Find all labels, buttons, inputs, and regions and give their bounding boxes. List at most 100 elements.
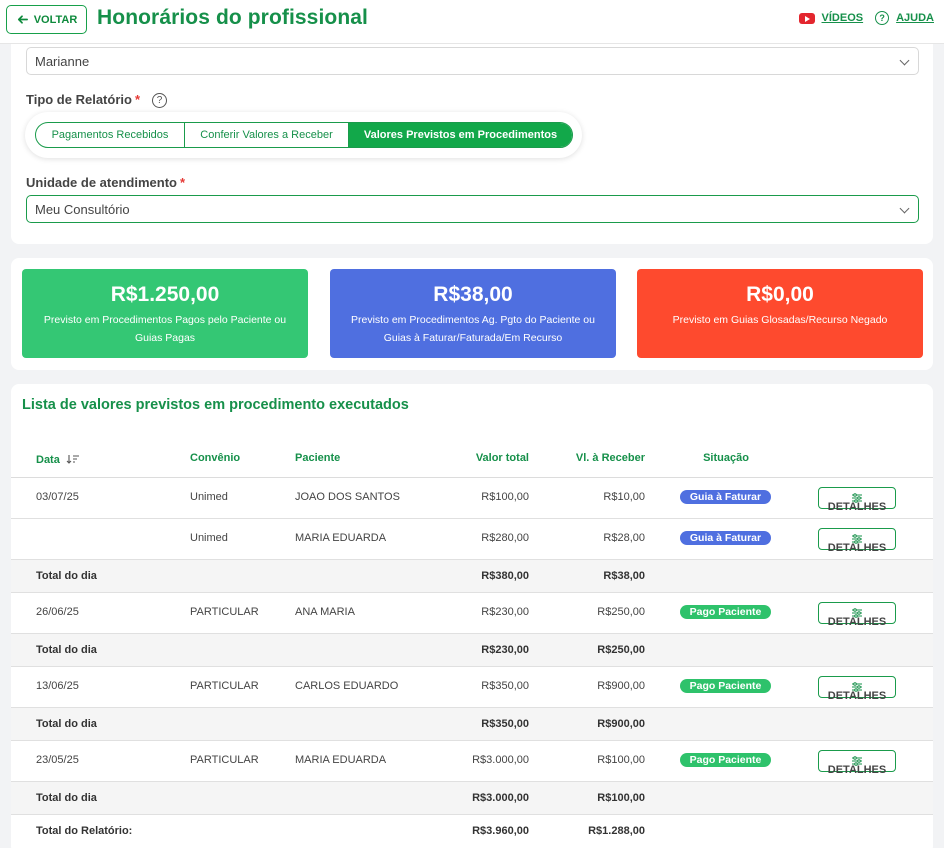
- col-total-header[interactable]: Valor total: [429, 452, 529, 464]
- status-badge: Pago Paciente: [680, 753, 771, 767]
- table-row: Unimed MARIA EDUARDA R$280,00 R$28,00 Guia à…: [11, 519, 933, 560]
- summary-denied: R$0,00 Previsto em Guias Glosadas/Recurs…: [637, 269, 923, 358]
- cell-patient: MARIA EDUARDA: [295, 754, 387, 766]
- total-receivable: R$38,00: [603, 570, 645, 582]
- help-link[interactable]: AJUDA: [896, 12, 934, 24]
- total-label: Total do dia: [36, 792, 97, 804]
- total-value: R$3.960,00: [472, 825, 529, 837]
- report-type-segmented: Pagamentos Recebidos Conferir Valores a …: [25, 112, 582, 158]
- cell-receivable: R$10,00: [603, 491, 645, 503]
- cell-total: R$280,00: [481, 532, 529, 544]
- total-receivable: R$250,00: [597, 644, 645, 656]
- total-value: R$230,00: [481, 644, 529, 656]
- required-mark: *: [179, 175, 186, 190]
- cell-date: 03/07/25: [36, 491, 79, 503]
- arrow-left-icon: [17, 15, 28, 24]
- cell-patient: MARIA EDUARDA: [295, 532, 387, 544]
- cell-receivable: R$250,00: [597, 606, 645, 618]
- details-button[interactable]: DETALHES: [818, 750, 896, 776]
- table-row: 03/07/25 Unimed JOAO DOS SANTOS R$100,00 R$1…: [11, 478, 933, 519]
- summary-pending: R$38,00 Previsto em Procedimentos Ag. Pg…: [330, 269, 616, 358]
- unit-label-text: Unidade de atendimento: [26, 175, 177, 190]
- details-button[interactable]: DETALHES: [818, 602, 896, 628]
- summary-value: R$1.250,00: [110, 283, 220, 306]
- summary-value: R$0,00: [746, 283, 814, 306]
- status-badge: Guia à Faturar: [680, 490, 771, 504]
- total-label: Total do dia: [36, 718, 97, 730]
- tab-conferir-valores[interactable]: Conferir Valores a Receber: [185, 123, 349, 147]
- list-title: Lista de valores previstos em procedimen…: [22, 397, 409, 413]
- details-button[interactable]: DETALHES: [818, 487, 896, 513]
- day-total-row: Total do dia R$3.000,00 R$100,00: [11, 782, 933, 815]
- total-receivable: R$1.288,00: [588, 825, 645, 837]
- total-label: Total do dia: [36, 570, 97, 582]
- status-badge: Pago Paciente: [680, 605, 771, 619]
- total-value: R$3.000,00: [472, 792, 529, 804]
- cell-patient: ANA MARIA: [295, 606, 355, 618]
- col-receivable-header[interactable]: Vl. à Receber: [545, 452, 645, 464]
- details-button-label: DETALHES: [827, 616, 887, 628]
- help-links: VÍDEOS ? AJUDA: [798, 11, 934, 25]
- details-button-label: DETALHES: [827, 690, 887, 702]
- summary-paid: R$1.250,00 Previsto em Procedimentos Pag…: [22, 269, 308, 358]
- unit-select[interactable]: Meu Consultório: [26, 195, 919, 223]
- status-badge: Guia à Faturar: [680, 531, 771, 545]
- cell-patient: JOAO DOS SANTOS: [295, 491, 400, 503]
- summary-description: Previsto em Guias Glosadas/Recurso Negad…: [672, 314, 888, 326]
- chevron-down-icon: [899, 55, 910, 66]
- chevron-down-icon: [899, 203, 910, 214]
- table-row: 26/06/25 PARTICULAR ANA MARIA R$230,00 R$250…: [11, 593, 933, 634]
- procedures-table: Data Convênio Paciente Valor total Vl. à…: [11, 442, 933, 848]
- professional-select[interactable]: Marianne: [26, 47, 919, 75]
- total-label: Total do Relatório:: [36, 825, 133, 837]
- day-total-row: Total do dia R$350,00 R$900,00: [11, 708, 933, 741]
- youtube-icon[interactable]: [798, 12, 815, 24]
- unit-select-value: Meu Consultório: [35, 201, 130, 217]
- question-icon[interactable]: ?: [152, 93, 167, 108]
- details-button-label: DETALHES: [827, 764, 887, 776]
- col-date-label: Data: [36, 454, 60, 466]
- total-value: R$350,00: [481, 718, 529, 730]
- status-badge: Pago Paciente: [680, 679, 771, 693]
- cell-insurance: Unimed: [190, 532, 228, 544]
- cell-total: R$3.000,00: [472, 754, 529, 766]
- top-bar: VOLTAR Honorários do profissional VÍDEOS…: [0, 0, 944, 44]
- help-icon[interactable]: ?: [875, 11, 890, 25]
- cell-insurance: Unimed: [190, 491, 228, 503]
- cell-patient: CARLOS EDUARDO: [295, 680, 399, 692]
- cell-total: R$100,00: [481, 491, 529, 503]
- details-button[interactable]: DETALHES: [818, 528, 896, 554]
- day-total-row: Total do dia R$230,00 R$250,00: [11, 634, 933, 667]
- back-button-label: VOLTAR: [33, 13, 78, 26]
- videos-link[interactable]: VÍDEOS: [822, 12, 864, 24]
- unit-label: Unidade de atendimento *: [26, 175, 185, 190]
- back-button[interactable]: VOLTAR: [6, 5, 87, 34]
- tab-pagamentos-recebidos[interactable]: Pagamentos Recebidos: [36, 123, 185, 147]
- table-row: 23/05/25 PARTICULAR MARIA EDUARDA R$3.000,0…: [11, 741, 933, 782]
- report-total-row: Total do Relatório: R$3.960,00 R$1.288,00: [11, 815, 933, 848]
- col-patient-header[interactable]: Paciente: [295, 452, 340, 464]
- summary-card: R$1.250,00 Previsto em Procedimentos Pag…: [11, 258, 933, 370]
- report-type-tabs: Pagamentos Recebidos Conferir Valores a …: [35, 122, 573, 148]
- page-title: Honorários do profissional: [97, 6, 368, 29]
- cell-date: 23/05/25: [36, 754, 79, 766]
- details-button[interactable]: DETALHES: [818, 676, 896, 702]
- details-button-label: DETALHES: [827, 501, 887, 513]
- total-receivable: R$100,00: [597, 792, 645, 804]
- total-receivable: R$900,00: [597, 718, 645, 730]
- cell-total: R$230,00: [481, 606, 529, 618]
- summary-value: R$38,00: [433, 283, 513, 306]
- tab-valores-previstos[interactable]: Valores Previstos em Procedimentos: [349, 123, 572, 147]
- col-date-header[interactable]: Data: [36, 452, 80, 466]
- cell-receivable: R$100,00: [597, 754, 645, 766]
- cell-receivable: R$900,00: [597, 680, 645, 692]
- cell-insurance: PARTICULAR: [190, 606, 259, 618]
- cell-insurance: PARTICULAR: [190, 754, 259, 766]
- col-status-header[interactable]: Situação: [671, 452, 781, 464]
- col-insurance-header[interactable]: Convênio: [190, 452, 240, 464]
- required-mark: *: [134, 92, 140, 107]
- professional-select-value: Marianne: [35, 53, 90, 69]
- cell-date: 26/06/25: [36, 606, 79, 618]
- total-value: R$380,00: [481, 570, 529, 582]
- details-button-label: DETALHES: [827, 542, 887, 554]
